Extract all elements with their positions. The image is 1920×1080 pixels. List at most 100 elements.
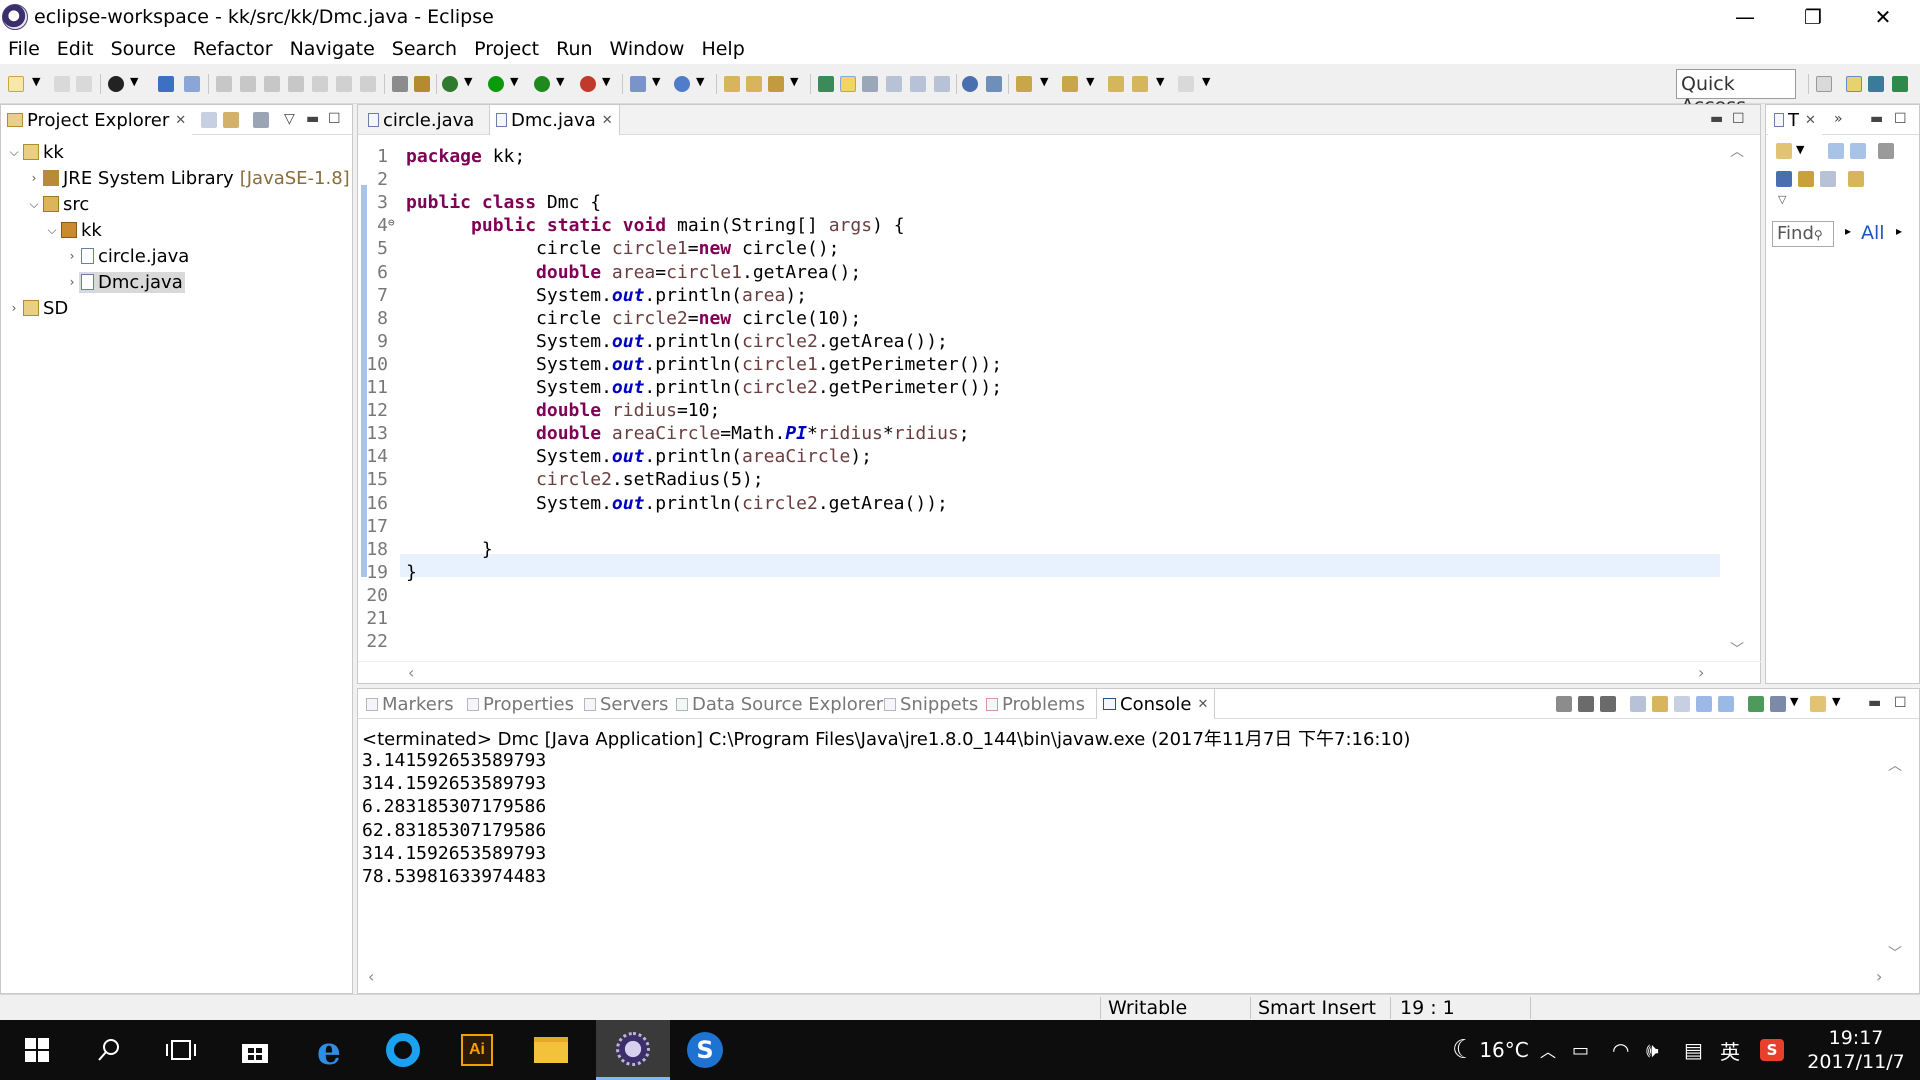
scroll-left-icon[interactable]: ‹ (408, 663, 414, 682)
menu-file[interactable]: File (0, 38, 49, 60)
maximize-view-icon[interactable]: ☐ (328, 111, 341, 127)
tab-problems[interactable]: Problems (980, 689, 1091, 719)
wifi-icon[interactable]: ◠ (1612, 1020, 1629, 1080)
code-line[interactable]: System.out.println(circle2.getPerimeter(… (406, 376, 1002, 399)
forward-dropdown-icon[interactable]: ▼ (1202, 75, 1212, 91)
next-annotation-icon[interactable] (1016, 76, 1032, 92)
hide-completed-icon[interactable] (1878, 143, 1894, 159)
show-stdout-icon[interactable] (1696, 696, 1712, 712)
globe-icon[interactable] (962, 76, 978, 92)
save-all-icon[interactable] (76, 76, 92, 92)
coverage-icon[interactable] (534, 76, 550, 92)
new-task-icon[interactable] (1776, 143, 1792, 159)
new-java-project-icon[interactable] (630, 76, 646, 92)
find-field[interactable]: Find⚲ (1772, 221, 1834, 247)
tab-dmc-java[interactable]: Dmc.java ✕ (489, 105, 620, 135)
scroll-down-icon[interactable]: ﹀ (1888, 943, 1902, 963)
show-stderr-icon[interactable] (1718, 696, 1734, 712)
file-explorer-app[interactable] (514, 1020, 588, 1080)
code-line[interactable]: System.out.println(area); (406, 284, 807, 307)
toggle-block-selection-icon[interactable] (886, 76, 902, 92)
tree-item-dmc-java[interactable]: › Dmc.java (65, 269, 185, 295)
more-views-icon[interactable]: » (1834, 111, 1843, 127)
collapse-all-icon[interactable] (201, 112, 217, 128)
back-dropdown-icon[interactable]: ▼ (1156, 75, 1166, 91)
new-task-dropdown-icon[interactable]: ▼ (1796, 143, 1806, 159)
filters-icon[interactable] (253, 112, 269, 128)
minimize-view-icon[interactable]: ▬ (1868, 695, 1881, 711)
link-icon[interactable] (1848, 171, 1864, 187)
code-line[interactable]: public static void main(String[] args) { (406, 214, 905, 237)
open-type-icon[interactable] (724, 76, 740, 92)
tree-item-sd-project[interactable]: › SD (7, 295, 69, 321)
remove-launch-icon[interactable] (1578, 696, 1594, 712)
illustrator-app[interactable]: Ai (440, 1020, 514, 1080)
vertical-scrollbar[interactable]: ︿ ﹀ (1718, 135, 1758, 665)
skip-breakpoints-icon[interactable] (184, 76, 200, 92)
scroll-up-icon[interactable]: ︿ (1888, 755, 1902, 775)
new-class-dropdown-icon[interactable]: ▼ (696, 75, 706, 91)
minimize-view-icon[interactable]: ▬ (1870, 111, 1883, 127)
categorized-icon[interactable] (1828, 143, 1844, 159)
run-icon[interactable] (488, 76, 504, 92)
task-view-button[interactable] (144, 1020, 218, 1080)
new-project-dropdown-icon[interactable]: ▼ (652, 75, 662, 91)
close-button[interactable]: ✕ (1846, 0, 1920, 34)
external-tools-icon[interactable] (580, 76, 596, 92)
scheduled-icon[interactable] (1850, 143, 1866, 159)
sogou-input-tray[interactable]: S (1760, 1020, 1784, 1080)
scroll-left-icon[interactable]: ‹ (368, 967, 374, 986)
new-dropdown-icon[interactable]: ▼ (32, 75, 42, 91)
chevron-right-icon[interactable]: › (27, 171, 41, 185)
use-step-filters-icon[interactable] (414, 76, 430, 92)
code-line[interactable]: double ridius=10; (406, 399, 720, 422)
tab-circle-java[interactable]: circle.java (362, 105, 480, 135)
tree-item-kk-project[interactable]: ⌵ kk (7, 139, 63, 165)
code-line[interactable]: } (406, 538, 493, 561)
debug-icon[interactable] (442, 76, 458, 92)
clock[interactable]: 19:17 2017/11/7 (1806, 1026, 1906, 1074)
show-hidden-icons[interactable]: ︿ (1540, 1020, 1556, 1080)
tree-item-src[interactable]: ⌵ src (27, 191, 89, 217)
chevron-right-icon[interactable]: › (7, 301, 21, 315)
debug-dropdown-icon[interactable]: ▼ (464, 75, 474, 91)
scroll-right-icon[interactable]: › (1876, 967, 1882, 986)
chevron-right-icon[interactable]: › (65, 275, 79, 289)
tab-servers[interactable]: Servers (578, 689, 674, 719)
tab-project-explorer[interactable]: Project Explorer ✕ (1, 105, 193, 135)
menu-run[interactable]: Run (548, 38, 601, 60)
show-whitespace-icon[interactable] (910, 76, 926, 92)
toggle-mark-occurrences-icon[interactable] (840, 76, 856, 92)
debug-target-icon[interactable] (108, 76, 124, 92)
menu-refactor[interactable]: Refactor (185, 38, 282, 60)
target-dropdown-icon[interactable]: ▼ (130, 75, 140, 91)
fold-collapse-icon[interactable]: ⊖ (388, 216, 395, 229)
step-over-icon[interactable] (336, 76, 352, 92)
restore-button[interactable]: ❐ (1776, 0, 1850, 34)
collapse-icon[interactable] (1820, 171, 1836, 187)
toggle-word-wrap-icon[interactable] (862, 76, 878, 92)
open-task-icon[interactable] (746, 76, 762, 92)
tree-item-kk-package[interactable]: ⌵ kk (45, 217, 101, 243)
run-dropdown-icon[interactable]: ▼ (510, 75, 520, 91)
eclipse-taskbar-app[interactable] (596, 1020, 670, 1080)
external-tools-dropdown-icon[interactable]: ▼ (602, 75, 612, 91)
tab-task-list[interactable]: T ✕ (1768, 105, 1822, 135)
menu-project[interactable]: Project (466, 38, 548, 60)
code-line[interactable]: circle2.setRadius(5); (406, 468, 764, 491)
last-edit-location-icon[interactable] (1108, 76, 1124, 92)
disconnect-icon[interactable] (288, 76, 304, 92)
close-tab-icon[interactable]: ✕ (1197, 697, 1208, 712)
next-annotation-dropdown-icon[interactable]: ▼ (1040, 75, 1050, 91)
coverage-dropdown-icon[interactable]: ▼ (556, 75, 566, 91)
debug-perspective-icon[interactable] (1892, 76, 1908, 92)
word-wrap-icon[interactable] (1674, 696, 1690, 712)
tab-data-source-explorer[interactable]: Data Source Explorer (670, 689, 889, 719)
open-perspective-icon[interactable] (1816, 76, 1832, 92)
clear-console-icon[interactable] (1630, 696, 1646, 712)
code-line[interactable]: package kk; (406, 145, 525, 168)
code-line[interactable]: } (406, 561, 417, 584)
close-tab-icon[interactable]: ✕ (1805, 113, 1816, 128)
weather-widget[interactable]: ☾ 16°C (1452, 1020, 1529, 1080)
back-icon[interactable] (1132, 76, 1148, 92)
